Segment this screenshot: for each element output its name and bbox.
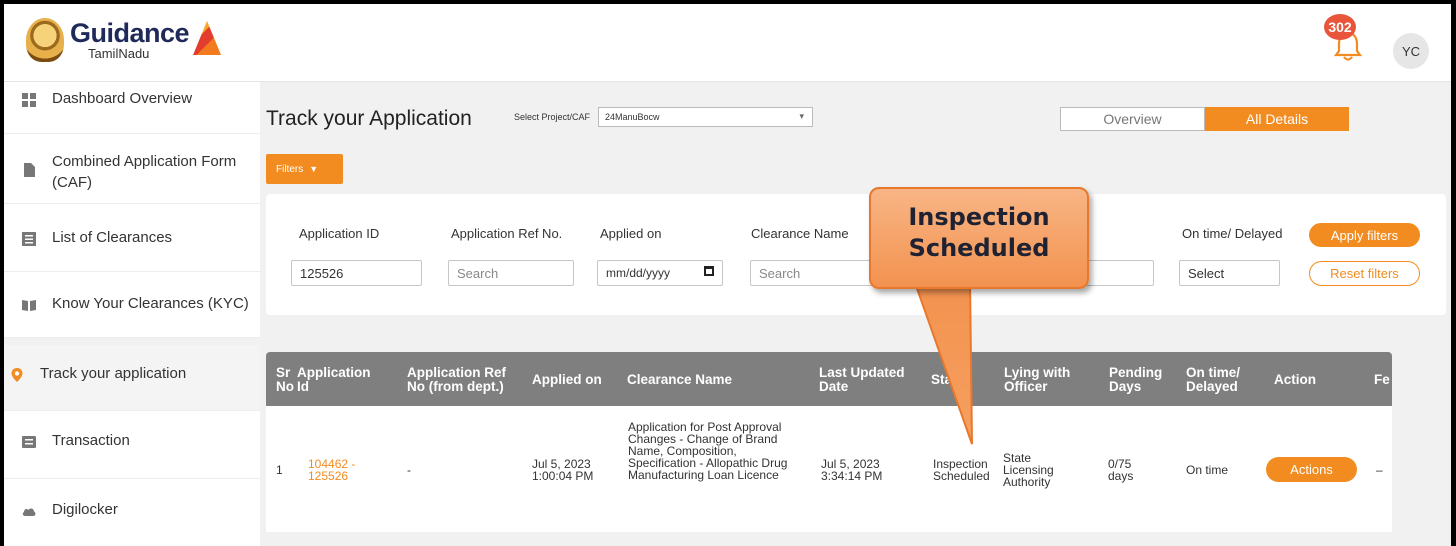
- callout-line-2: Scheduled: [908, 234, 1050, 262]
- logo-title: Guidance: [70, 17, 190, 48]
- app-frame: Guidance TamilNadu 302 YC Dashboard Over…: [4, 4, 1451, 546]
- col-sr-no: Sr No: [276, 365, 294, 394]
- cell-pending-days: 0/75 days: [1108, 457, 1134, 483]
- cell-applied-on: Jul 5, 2023 1:00:04 PM: [532, 457, 594, 483]
- callout-pointer: [912, 280, 973, 445]
- apply-filters-button[interactable]: Apply filters: [1309, 223, 1420, 247]
- sidebar-item-digilocker[interactable]: Digilocker: [4, 479, 260, 546]
- clearance-name-input[interactable]: Search: [750, 260, 880, 286]
- table-row: 1 104462 - 125526 - Jul 5, 2023 1:00:04 …: [266, 406, 1392, 532]
- tab-all-details[interactable]: All Details: [1205, 107, 1349, 131]
- sidebar-item-label: List of Clearances: [52, 229, 173, 246]
- col-applied-on: Applied on: [532, 372, 602, 387]
- col-application-id: Application Id: [297, 365, 371, 394]
- cell-fee: –: [1376, 463, 1383, 477]
- cell-clearance-name: Application for Post Approval Changes - …: [628, 420, 788, 482]
- flame-logo-icon: [193, 21, 222, 55]
- col-pending-days: Pending Days: [1109, 365, 1163, 394]
- list-icon: [22, 232, 36, 246]
- col-action: Action: [1274, 372, 1316, 387]
- tamilnadu-emblem-icon: [26, 18, 64, 62]
- ontime-select[interactable]: Select: [1179, 260, 1280, 286]
- cell-on-time: On time: [1186, 463, 1229, 477]
- logo-subtitle: TamilNadu: [88, 45, 150, 61]
- location-pin-icon: [11, 368, 23, 382]
- sidebar-item-caf[interactable]: Combined Application Form (CAF): [4, 134, 260, 204]
- ref-no-input[interactable]: Search: [448, 260, 574, 286]
- ref-no-label: Application Ref No.: [451, 226, 563, 241]
- transaction-icon: [22, 436, 36, 448]
- sidebar-item-label: Know Your Clearances (KYC): [52, 295, 249, 312]
- sidebar-item-label: Digilocker: [52, 501, 118, 518]
- chevron-down-icon: ▾: [799, 111, 804, 121]
- sidebar-item-label: Dashboard Overview: [52, 90, 193, 107]
- reset-filters-button[interactable]: Reset filters: [1309, 261, 1420, 286]
- filter-panel: Application ID 125526 Application Ref No…: [266, 194, 1446, 315]
- book-icon: [22, 300, 36, 311]
- calendar-icon[interactable]: [704, 266, 714, 276]
- document-icon: [24, 163, 35, 177]
- sidebar-item-label: Track your application: [40, 365, 187, 382]
- applied-on-date-input[interactable]: mm/dd/yyyy: [597, 260, 723, 286]
- sidebar-item-label: Transaction: [52, 432, 130, 449]
- project-select-label: Select Project/CAF: [514, 112, 591, 122]
- cell-status: Inspection Scheduled: [933, 457, 990, 483]
- project-select-value: 24ManuBocw: [605, 112, 660, 122]
- inspection-scheduled-callout: Inspection Scheduled: [869, 187, 1089, 289]
- col-lying-with-officer: Lying with Officer: [1004, 365, 1071, 394]
- sidebar: Dashboard Overview Combined Application …: [4, 82, 260, 546]
- clearance-name-label: Clearance Name: [751, 226, 849, 241]
- page-title: Track your Application: [266, 107, 472, 130]
- actions-button[interactable]: Actions: [1266, 457, 1357, 482]
- application-id-input[interactable]: 125526: [291, 260, 422, 286]
- ontime-label: On time/ Delayed: [1182, 226, 1283, 241]
- col-application-ref: Application Ref No (from dept.): [407, 365, 507, 394]
- guidance-logo[interactable]: Guidance TamilNadu: [26, 17, 222, 62]
- col-clearance-name: Clearance Name: [627, 372, 733, 387]
- sidebar-item-label: Combined Application Form (CAF): [52, 153, 237, 191]
- user-avatar[interactable]: YC: [1393, 33, 1429, 69]
- dashboard-icon: [22, 93, 36, 107]
- sidebar-item-transaction[interactable]: Transaction: [4, 411, 260, 479]
- cell-application-id-link[interactable]: 104462 - 125526: [308, 458, 378, 482]
- col-on-time: On time/ Delayed: [1186, 365, 1241, 394]
- sidebar-item-clearances[interactable]: List of Clearances: [4, 204, 260, 272]
- sidebar-item-kyc[interactable]: Know Your Clearances (KYC): [4, 272, 260, 338]
- application-id-label: Application ID: [299, 226, 380, 241]
- cell-last-updated: Jul 5, 2023 3:34:14 PM: [821, 457, 883, 483]
- filters-button-label: Filters: [276, 163, 304, 175]
- caret-down-icon: ▼: [309, 164, 319, 174]
- cloud-icon: [22, 508, 36, 516]
- tab-overview[interactable]: Overview: [1060, 107, 1205, 131]
- callout-line-1: Inspection: [908, 203, 1050, 231]
- applied-on-label: Applied on: [600, 226, 662, 241]
- notification-count-badge[interactable]: 302: [1324, 14, 1356, 40]
- top-header: Guidance TamilNadu 302 YC: [4, 4, 1451, 82]
- filters-button[interactable]: Filters ▼: [266, 154, 343, 184]
- table-header: Sr No Application Id Application Ref No …: [266, 352, 1392, 406]
- cell-sr-no: 1: [276, 463, 283, 477]
- sidebar-item-dashboard[interactable]: Dashboard Overview: [4, 82, 260, 134]
- cell-lying-with-officer: State Licensing Authority: [1003, 451, 1054, 489]
- applied-on-placeholder: mm/dd/yyyy: [606, 266, 671, 280]
- col-fee: Fe: [1374, 372, 1390, 387]
- project-select[interactable]: 24ManuBocw ▾: [598, 107, 813, 127]
- cell-application-ref: -: [407, 463, 411, 477]
- sidebar-item-track[interactable]: Track your application: [4, 345, 260, 411]
